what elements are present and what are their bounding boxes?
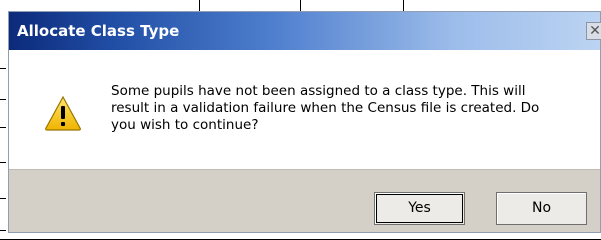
close-button[interactable]: ✕ [586, 22, 601, 40]
grid-line [403, 0, 404, 11]
close-icon: ✕ [589, 23, 601, 39]
dialog-message: Some pupils have not been assigned to a … [111, 83, 540, 133]
dialog-titlebar[interactable]: Allocate Class Type ✕ [9, 12, 601, 50]
grid-line [0, 99, 6, 100]
no-button[interactable]: No [496, 192, 587, 225]
grid-line [0, 230, 6, 231]
grid-line [199, 0, 200, 11]
dialog-title: Allocate Class Type [17, 22, 180, 40]
grid-line [0, 127, 6, 128]
allocate-class-type-dialog: Allocate Class Type ✕ Some pupils have n… [8, 11, 601, 233]
dialog-button-bar: Yes No [9, 169, 600, 232]
warning-icon [45, 95, 81, 131]
grid-line [0, 198, 6, 199]
grid-line [0, 162, 6, 163]
grid-line [0, 68, 6, 69]
yes-button[interactable]: Yes [374, 192, 465, 225]
grid-line [300, 0, 301, 11]
dialog-body: Some pupils have not been assigned to a … [9, 50, 600, 169]
